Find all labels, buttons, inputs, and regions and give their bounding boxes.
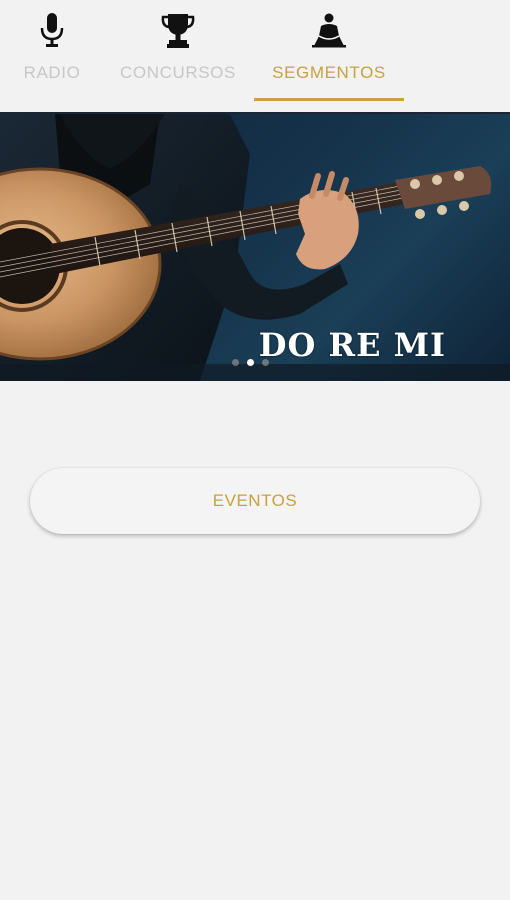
tab-concursos-label: CONCURSOS xyxy=(120,63,236,82)
meditation-person-icon xyxy=(309,12,349,52)
banner-carousel[interactable]: DO RE MI xyxy=(0,114,510,381)
active-tab-indicator xyxy=(254,98,404,101)
eventos-button[interactable]: EVENTOS xyxy=(30,468,480,534)
carousel-dot-active[interactable] xyxy=(247,359,254,366)
tab-segmentos-label: SEGMENTOS xyxy=(272,63,386,82)
carousel-indicator xyxy=(232,359,269,366)
carousel-dot[interactable] xyxy=(232,359,239,366)
microphone-icon xyxy=(32,12,72,52)
tab-radio[interactable]: RADIO xyxy=(12,0,92,112)
banner-title: DO RE MI xyxy=(258,326,446,364)
carousel-dot[interactable] xyxy=(262,359,269,366)
tab-segmentos[interactable]: SEGMENTOS xyxy=(254,0,404,112)
trophy-icon xyxy=(158,12,198,52)
top-tab-bar: RADIO CONCURSOS SEGMENTOS xyxy=(0,0,510,112)
eventos-button-label: EVENTOS xyxy=(212,491,298,510)
tab-concursos[interactable]: CONCURSOS xyxy=(112,0,244,112)
tab-radio-label: RADIO xyxy=(23,63,81,82)
